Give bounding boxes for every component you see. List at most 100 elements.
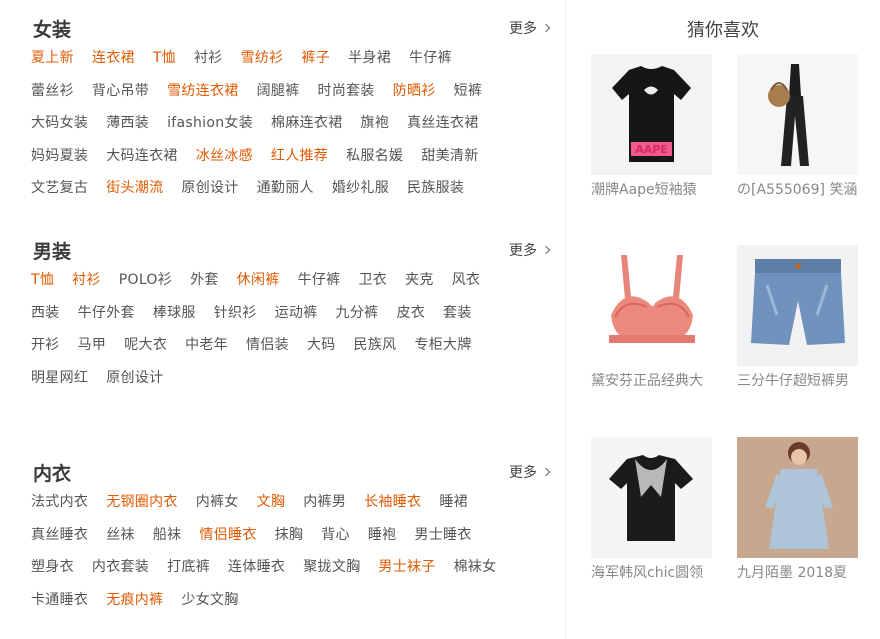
category-link[interactable]: 丝袜: [106, 525, 135, 545]
category-link[interactable]: 真丝睡衣: [31, 525, 88, 545]
category-link[interactable]: 睡袍: [368, 525, 397, 545]
product-image: [737, 437, 858, 558]
category-link[interactable]: 牛仔裤: [298, 270, 341, 290]
category-link[interactable]: 情侣装: [246, 335, 289, 355]
category-link[interactable]: ifashion女装: [167, 113, 253, 133]
category-link[interactable]: 背心: [321, 525, 350, 545]
product-card[interactable]: 九月陌墨 2018夏: [737, 437, 858, 582]
category-link[interactable]: 雪纺衫: [241, 48, 284, 68]
category-link[interactable]: 蕾丝衫: [31, 81, 74, 101]
category-link[interactable]: POLO衫: [119, 270, 172, 290]
category-link[interactable]: 运动裤: [275, 303, 318, 323]
category-link[interactable]: 长袖睡衣: [364, 492, 421, 512]
category-link[interactable]: 卫衣: [358, 270, 387, 290]
category-link[interactable]: 睡裙: [439, 492, 468, 512]
tag-list: T恤 衬衫 POLO衫 外套 休闲裤 牛仔裤 卫衣 夹克 风衣西装 牛仔外套 棒球服 针织衫 运动裤 九分…: [31, 270, 551, 400]
category-link[interactable]: 开衫: [31, 335, 60, 355]
category-link[interactable]: 裤子: [301, 48, 330, 68]
category-link[interactable]: 棒球服: [153, 303, 196, 323]
category-link[interactable]: T恤: [153, 48, 176, 68]
category-link[interactable]: 大码: [307, 335, 336, 355]
category-link[interactable]: 西装: [31, 303, 60, 323]
category-link[interactable]: 牛仔外套: [78, 303, 135, 323]
category-link[interactable]: T恤: [31, 270, 54, 290]
category-link[interactable]: 套装: [443, 303, 472, 323]
more-link[interactable]: 更多: [509, 242, 551, 260]
category-link[interactable]: 聚拢文胸: [303, 557, 360, 577]
category-link[interactable]: 原创设计: [181, 178, 238, 198]
category-link[interactable]: 通勤丽人: [257, 178, 314, 198]
category-panel: 女装 更多 夏上新 连衣裙 T恤 衬衫 雪纺衫 裤子 半身裙 牛仔裤 蕾丝衫 背心吊带 雪纺连衣裙阔…: [0, 0, 565, 639]
category-link[interactable]: 少女文胸: [181, 590, 238, 610]
category-link[interactable]: 半身裙: [348, 48, 391, 68]
category-link[interactable]: 外套: [190, 270, 219, 290]
category-link[interactable]: 民族服装: [407, 178, 464, 198]
product-name: 潮牌Aape短袖猿: [591, 182, 697, 198]
category-link[interactable]: 棉麻连衣裙: [271, 113, 343, 133]
category-link[interactable]: 马甲: [78, 335, 107, 355]
category-link[interactable]: 男士睡衣: [414, 525, 471, 545]
category-link[interactable]: 打底裤: [167, 557, 210, 577]
category-link[interactable]: 休闲裤: [237, 270, 280, 290]
category-link[interactable]: 红人推荐: [271, 146, 328, 166]
category-link[interactable]: 原创设计: [106, 368, 163, 388]
category-link[interactable]: 塑身衣: [31, 557, 74, 577]
category-link[interactable]: 私服名媛: [346, 146, 403, 166]
category-link[interactable]: 九分裤: [336, 303, 379, 323]
category-link[interactable]: 大码女装: [31, 113, 88, 133]
product-card[interactable]: 黛安芬正品经典大: [591, 245, 712, 390]
category-link[interactable]: 棉袜女: [454, 557, 497, 577]
tag-row: 明星网红 原创设计: [31, 368, 551, 401]
product-image: [591, 245, 712, 366]
category-link[interactable]: 风衣: [452, 270, 481, 290]
category-link[interactable]: 旗袍: [361, 113, 390, 133]
category-link[interactable]: 阔腿裤: [257, 81, 300, 101]
category-link[interactable]: 冰丝冰感: [196, 146, 253, 166]
category-link[interactable]: 皮衣: [396, 303, 425, 323]
product-card[interactable]: AAPE 潮牌Aape短袖猿: [591, 54, 712, 199]
category-link[interactable]: 牛仔裤: [409, 48, 452, 68]
category-link[interactable]: 大码连衣裙: [106, 146, 178, 166]
category-link[interactable]: 衬衫: [72, 270, 101, 290]
category-link[interactable]: 专柜大牌: [414, 335, 471, 355]
category-link[interactable]: 内衣套装: [92, 557, 149, 577]
category-link[interactable]: 妈妈夏装: [31, 146, 88, 166]
category-link[interactable]: 夏上新: [31, 48, 74, 68]
category-link[interactable]: 连衣裙: [92, 48, 135, 68]
category-link[interactable]: 法式内衣: [31, 492, 88, 512]
category-link[interactable]: 真丝连衣裙: [407, 113, 479, 133]
category-link[interactable]: 短裤: [454, 81, 483, 101]
category-link[interactable]: 针织衫: [214, 303, 257, 323]
category-link[interactable]: 连体睡衣: [228, 557, 285, 577]
category-link[interactable]: 呢大衣: [124, 335, 167, 355]
category-link[interactable]: 街头潮流: [106, 178, 163, 198]
category-link[interactable]: 夹克: [405, 270, 434, 290]
category-link[interactable]: 背心吊带: [92, 81, 149, 101]
category-link[interactable]: 文胸: [257, 492, 286, 512]
product-card[interactable]: の[A555069] 笑涵: [737, 54, 858, 199]
more-link[interactable]: 更多: [509, 464, 551, 482]
category-link[interactable]: 无痕内裤: [106, 590, 163, 610]
category-link[interactable]: 男士袜子: [378, 557, 435, 577]
category-link[interactable]: 船袜: [153, 525, 182, 545]
category-link[interactable]: 雪纺连衣裙: [167, 81, 239, 101]
category-link[interactable]: 内裤女: [196, 492, 239, 512]
product-card[interactable]: 海军韩风chic圆领: [591, 437, 712, 582]
category-link[interactable]: 内裤男: [303, 492, 346, 512]
category-link[interactable]: 无钢圈内衣: [106, 492, 178, 512]
category-link[interactable]: 卡通睡衣: [31, 590, 88, 610]
category-link[interactable]: 甜美清新: [421, 146, 478, 166]
category-link[interactable]: 婚纱礼服: [332, 178, 389, 198]
product-card[interactable]: 三分牛仔超短裤男: [737, 245, 858, 390]
category-link[interactable]: 薄西装: [106, 113, 149, 133]
category-link[interactable]: 明星网红: [31, 368, 88, 388]
category-link[interactable]: 防晒衫: [393, 81, 436, 101]
category-link[interactable]: 时尚套装: [318, 81, 375, 101]
category-link[interactable]: 文艺复古: [31, 178, 88, 198]
category-link[interactable]: 衬衫: [194, 48, 223, 68]
category-link[interactable]: 民族风: [354, 335, 397, 355]
category-link[interactable]: 抹胸: [275, 525, 304, 545]
category-link[interactable]: 中老年: [185, 335, 228, 355]
more-link[interactable]: 更多: [509, 20, 551, 38]
category-link[interactable]: 情侣睡衣: [199, 525, 256, 545]
